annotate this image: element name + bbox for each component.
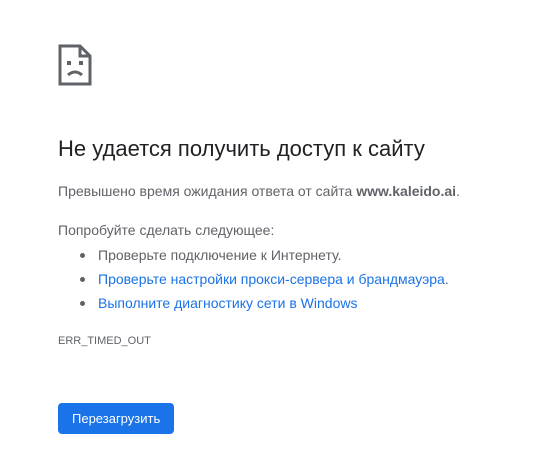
suggestion-run-diagnostics: Выполните диагностику сети в Windows bbox=[58, 291, 449, 315]
error-code: ERR_TIMED_OUT bbox=[58, 335, 151, 347]
suggestion-text: Проверьте подключение к Интернету. bbox=[98, 247, 342, 263]
run-network-diagnostics-link[interactable]: Выполните диагностику сети в Windows bbox=[98, 295, 357, 311]
bullet-icon bbox=[80, 253, 85, 258]
sad-page-icon bbox=[58, 44, 92, 86]
suggestion-check-connection: Проверьте подключение к Интернету. bbox=[58, 243, 449, 267]
check-proxy-firewall-link[interactable]: Проверьте настройки прокси-сервера и бра… bbox=[98, 271, 445, 287]
reload-button[interactable]: Перезагрузить bbox=[58, 403, 175, 434]
suggestion-trailing: . bbox=[444, 271, 449, 287]
summary-suffix: . bbox=[456, 183, 460, 199]
error-summary: Превышено время ожидания ответа от сайта… bbox=[58, 181, 460, 201]
error-page: Не удается получить доступ к сайту Превы… bbox=[0, 0, 542, 472]
bullet-icon bbox=[80, 277, 85, 282]
site-host: www.kaleido.ai bbox=[356, 183, 457, 199]
suggestions-heading: Попробуйте сделать следующее: bbox=[58, 222, 275, 238]
summary-prefix: Превышено время ожидания ответа от сайта bbox=[58, 183, 357, 199]
suggestion-check-proxy: Проверьте настройки прокси-сервера и бра… bbox=[58, 267, 449, 291]
suggestions-list: Проверьте подключение к Интернету. Прове… bbox=[58, 243, 449, 315]
bullet-icon bbox=[80, 301, 85, 306]
page-title: Не удается получить доступ к сайту bbox=[58, 136, 425, 161]
